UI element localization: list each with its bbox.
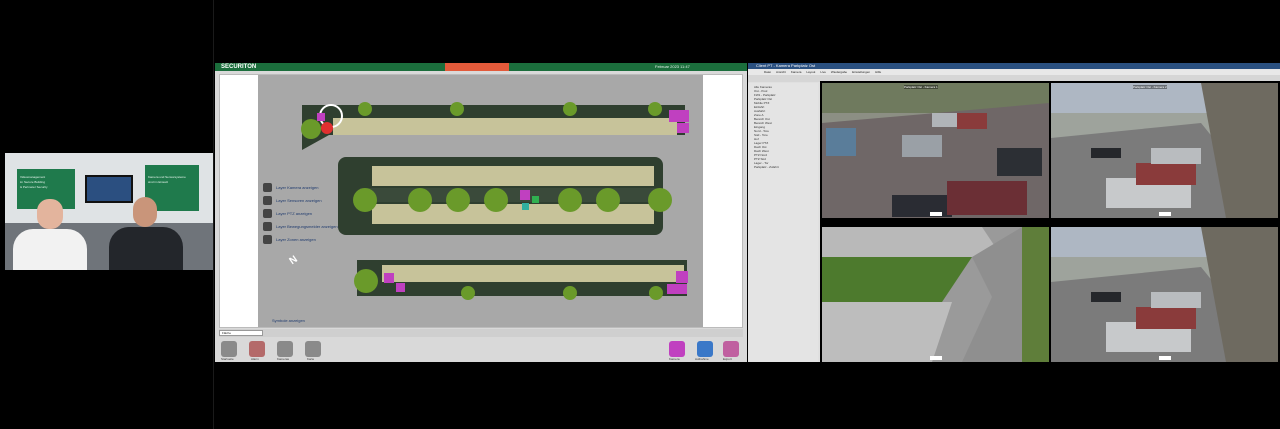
tree xyxy=(648,188,672,212)
layer-icon xyxy=(263,196,272,205)
camera-group-icon xyxy=(669,110,689,122)
home-button[interactable] xyxy=(221,341,237,357)
tree xyxy=(358,102,372,116)
banner-left-line: & Perimeter Security xyxy=(20,185,48,189)
layer-icon xyxy=(263,209,272,218)
map-statusbar: Fläche xyxy=(219,329,743,337)
map-legend: Symbole anzeigen xyxy=(272,318,305,323)
app-titlebar: SECURITON Februar 2023 11:47 xyxy=(215,63,747,71)
banner-right-line: sind im Einsatz xyxy=(148,180,169,184)
layer-toggle[interactable]: Layer Zonen anzeigen xyxy=(263,233,338,246)
camera-tile-caption xyxy=(930,212,942,216)
map-button[interactable] xyxy=(305,341,321,357)
video-grid: Parkplatz Ost - Kamera 1 Parkplatz Ost -… xyxy=(820,81,1280,362)
banner-left-line: Videomanagement xyxy=(20,175,46,179)
presenter-left xyxy=(13,199,87,270)
layer-label: Layer Sensoren anzeigen xyxy=(276,198,322,203)
zoom-select[interactable]: Fläche xyxy=(219,330,263,336)
banner-left-line: im Secure Building xyxy=(20,180,46,184)
top-parking-row xyxy=(333,118,677,135)
tree xyxy=(408,188,432,212)
alarm-button-label: Alarm xyxy=(251,357,259,361)
cameras-button-label: Kameras xyxy=(277,357,290,361)
layer-toggle[interactable]: Layer Sensoren anzeigen xyxy=(263,194,338,207)
brand-logo: SECURITON xyxy=(221,64,257,70)
tree-item[interactable]: Parkplatz - Zufahrt xyxy=(754,165,779,169)
tree xyxy=(461,286,475,300)
camera-icon xyxy=(396,283,405,292)
camera-tile[interactable]: Parkplatz Ost - Kamera 1 xyxy=(822,83,1049,218)
layer-list: Layer Kamera anzeigen Layer Sensoren anz… xyxy=(263,181,338,246)
divider-left xyxy=(213,0,214,429)
bottom-parking-row xyxy=(382,265,684,282)
sensor-icon xyxy=(522,203,529,210)
layer-label: Layer Zonen anzeigen xyxy=(276,237,316,242)
camera-view-1 xyxy=(822,83,1049,218)
site-map[interactable]: Layer Kamera anzeigen Layer Sensoren anz… xyxy=(219,74,743,328)
camera-icon xyxy=(317,113,325,121)
tree xyxy=(596,188,620,212)
tree xyxy=(484,188,508,212)
camera-tree: Alle Kameras Ost - Pool FW1 - Parkplatz … xyxy=(748,83,818,362)
tree xyxy=(563,102,577,116)
layer-toggle[interactable]: Layer PTZ anzeigen xyxy=(263,207,338,220)
camera-tile[interactable] xyxy=(822,227,1049,362)
camera-tile[interactable]: Parkplatz Ost - Kamera 2 xyxy=(1051,83,1278,218)
tree xyxy=(301,119,321,139)
tree xyxy=(648,102,662,116)
layer-label: Layer Kamera anzeigen xyxy=(276,185,319,190)
alarm-button[interactable] xyxy=(249,341,265,357)
record-button-label: Aufnahme xyxy=(695,357,709,361)
map-button-label: Karte xyxy=(307,357,315,361)
middle-parking-row-top xyxy=(372,166,654,186)
home-button-label: Startseite xyxy=(221,357,234,361)
camera-tile-label: Parkplatz Ost - Kamera 1 xyxy=(904,85,938,89)
camera-view-4 xyxy=(1051,227,1278,362)
sensor-icon xyxy=(532,196,539,203)
app-date: Februar 2023 11:47 xyxy=(655,64,690,69)
layer-icon xyxy=(263,183,272,192)
export-button[interactable] xyxy=(723,341,739,357)
banner-right-line: Kamera und Sensorsysteme xyxy=(148,175,186,179)
tree xyxy=(558,188,582,212)
tree xyxy=(649,286,663,300)
layer-icon xyxy=(263,222,272,231)
camera-view-2 xyxy=(1051,83,1278,218)
alarm-camera-icon xyxy=(321,122,333,134)
alarm-indicator[interactable] xyxy=(445,63,509,71)
layer-toggle[interactable]: Layer Bewegungsmelder anzeigen xyxy=(263,220,338,233)
tree xyxy=(446,188,470,212)
presenter-right xyxy=(109,197,183,270)
camera-icon xyxy=(676,271,688,283)
camera-tool-button[interactable] xyxy=(669,341,685,357)
layer-label: Layer PTZ anzeigen xyxy=(276,211,313,216)
camera-tile-caption xyxy=(1159,356,1171,360)
camera-tile-label: Parkplatz Ost - Kamera 2 xyxy=(1133,85,1167,89)
record-button[interactable] xyxy=(697,341,713,357)
camera-view-3 xyxy=(822,227,1049,362)
camera-tile-caption xyxy=(930,356,942,360)
camera-tool-label: Kamera xyxy=(669,357,680,361)
layer-icon xyxy=(263,235,272,244)
layer-label: Layer Bewegungsmelder anzeigen xyxy=(276,224,338,229)
cameras-button[interactable] xyxy=(277,341,293,357)
camera-group-icon xyxy=(667,284,687,294)
ptz-camera-icon xyxy=(520,190,530,200)
tree xyxy=(354,269,378,293)
layer-toggle[interactable]: Layer Kamera anzeigen xyxy=(263,181,338,194)
presenter-webcam: Videomanagement im Secure Building & Per… xyxy=(5,153,213,270)
camera-icon xyxy=(677,123,689,133)
camera-tile[interactable] xyxy=(1051,227,1278,362)
tree xyxy=(563,286,577,300)
export-button-label: Export xyxy=(723,357,732,361)
tree xyxy=(450,102,464,116)
camera-icon xyxy=(384,273,394,283)
site-map-application: SECURITON Februar 2023 11:47 Layer Kamer… xyxy=(215,63,747,362)
tree xyxy=(353,188,377,212)
camera-tile-caption xyxy=(1159,212,1171,216)
